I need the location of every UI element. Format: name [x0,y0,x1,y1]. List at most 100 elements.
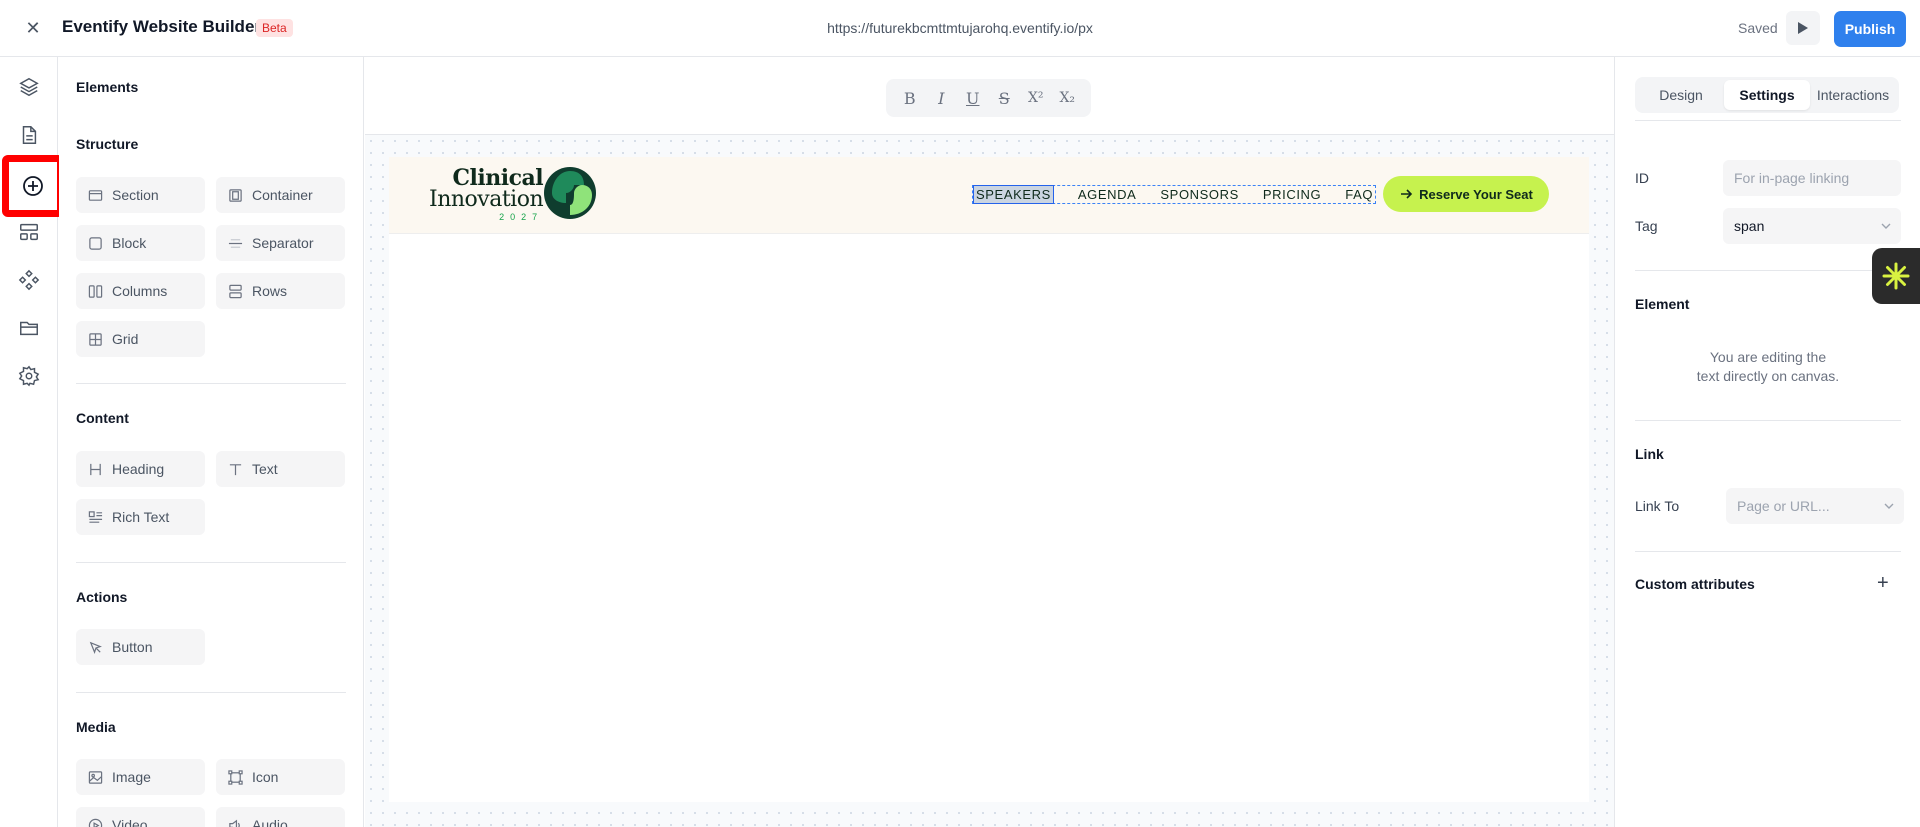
nav-sponsors[interactable]: SPONSORS [1148,186,1250,203]
site-header[interactable]: Clinical Innovation 2027 SPEAKERS AGENDA… [389,157,1589,234]
layers-icon[interactable] [14,72,44,102]
site-nav[interactable]: SPEAKERS AGENDA SPONSORS PRICING FAQ [972,185,1377,204]
element-label: Section [112,187,159,203]
element-label: Heading [112,461,165,477]
element-grid[interactable]: Grid [76,321,205,357]
italic-icon[interactable]: I [930,87,952,109]
element-rich-text[interactable]: Rich Text [76,499,205,535]
id-input[interactable]: For in-page linking [1723,160,1901,196]
components-icon[interactable] [14,265,44,295]
element-rows[interactable]: Rows [216,273,345,309]
nav-speakers[interactable]: SPEAKERS [973,185,1054,204]
nav-pricing[interactable]: PRICING [1251,186,1333,203]
add-attribute-icon[interactable]: + [1877,573,1889,593]
element-label: Rich Text [112,509,170,525]
tab-design[interactable]: Design [1638,80,1724,110]
element-audio[interactable]: Audio [216,807,345,827]
tag-select[interactable]: span [1723,208,1901,244]
element-video[interactable]: Video [76,807,205,827]
page-icon[interactable] [14,120,44,150]
panel-title: Elements [76,79,139,95]
element-columns[interactable]: Columns [76,273,205,309]
link-to-label: Link To [1635,498,1680,514]
sections-icon[interactable] [14,217,44,247]
element-label: Separator [252,235,314,251]
site-page[interactable]: Clinical Innovation 2027 SPEAKERS AGENDA… [389,157,1589,802]
element-label: Block [112,235,147,251]
icon-frame-icon [228,769,243,785]
video-icon [88,818,103,827]
canvas-toolbar: B I U S X² X₂ [365,57,1614,135]
link-heading: Link [1635,446,1664,462]
element-label: Button [112,639,153,655]
element-label: Video [112,817,148,827]
nav-agenda[interactable]: AGENDA [1066,186,1149,203]
element-image[interactable]: Image [76,759,205,795]
logo-line-1: Clinical [452,165,544,191]
preview-button[interactable] [1786,11,1820,45]
actions-heading: Actions [76,589,128,605]
element-label: Grid [112,331,139,347]
logo-mark-icon [544,167,596,219]
element-icon[interactable]: Icon [216,759,345,795]
element-label: Audio [252,817,288,827]
superscript-icon[interactable]: X² [1025,87,1047,109]
divider [1635,270,1901,271]
publish-button[interactable]: Publish [1834,11,1906,47]
element-heading[interactable]: Heading [76,451,205,487]
id-label: ID [1635,170,1649,186]
custom-attributes-heading: Custom attributes [1635,576,1755,592]
assistant-launcher[interactable] [1872,248,1920,304]
site-url[interactable]: https://futurekbcmttmtujarohq.eventify.i… [700,20,1220,36]
save-status: Saved [1738,20,1778,36]
logo-year: 2027 [499,212,544,222]
element-separator[interactable]: Separator [216,225,345,261]
tab-interactions[interactable]: Interactions [1810,80,1896,110]
divider [1635,120,1901,121]
block-icon [89,236,102,250]
tag-value: span [1734,218,1765,234]
underline-icon[interactable]: U [962,87,984,109]
element-label: Icon [252,769,279,785]
link-to-select[interactable]: Page or URL... [1726,488,1904,524]
logo-line-2: Innovation [429,187,544,212]
reserve-seat-button[interactable]: Reserve Your Seat [1383,176,1549,212]
close-icon[interactable]: ✕ [24,18,42,38]
element-text[interactable]: Text [216,451,345,487]
element-label: Text [252,461,278,477]
play-icon [1798,22,1808,34]
divider [76,383,346,384]
divider [1635,420,1901,421]
grid-icon [89,332,102,346]
top-bar: ✕ Eventify Website Builder Beta https://… [0,0,1920,57]
element-label: Rows [252,283,288,299]
link-to-value: Page or URL... [1737,498,1830,514]
assets-folder-icon[interactable] [14,313,44,343]
rich-text-icon [88,510,103,523]
element-section[interactable]: Section [76,177,205,213]
nav-faq[interactable]: FAQ [1333,186,1375,203]
arrow-right-icon [1401,189,1413,199]
media-heading: Media [76,719,116,735]
element-container[interactable]: Container [216,177,345,213]
element-button[interactable]: Button [76,629,205,665]
inspector-tabs: Design Settings Interactions [1635,77,1899,113]
settings-icon[interactable] [14,361,44,391]
add-element-icon[interactable] [2,155,64,217]
image-icon [88,770,103,784]
editing-note: You are editing the text directly on can… [1635,348,1901,386]
strikethrough-icon[interactable]: S [993,87,1015,109]
cta-label: Reserve Your Seat [1419,186,1533,202]
subscript-icon[interactable]: X₂ [1056,87,1078,109]
site-logo[interactable]: Clinical Innovation 2027 [429,165,544,222]
chevron-down-icon [1884,503,1894,509]
bold-icon[interactable]: B [899,87,921,109]
element-block[interactable]: Block [76,225,205,261]
cursor-click-icon [89,641,102,654]
tab-settings[interactable]: Settings [1724,80,1810,110]
rows-icon [229,284,242,298]
text-icon [229,463,242,475]
canvas-area: B I U S X² X₂ Clinical Innovation 2027 S… [365,57,1614,827]
element-label: Columns [112,283,168,299]
element-label: Container [252,187,313,203]
